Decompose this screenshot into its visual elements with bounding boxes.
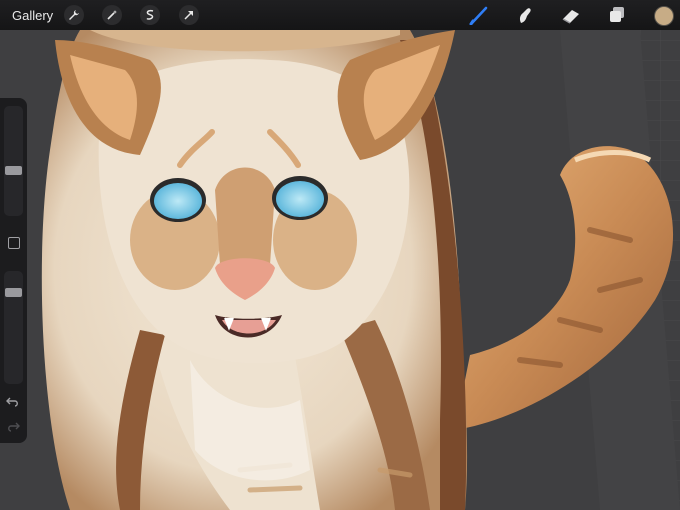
- opacity-thumb[interactable]: [5, 288, 22, 297]
- layers-icon[interactable]: [606, 5, 628, 25]
- brush-size-thumb[interactable]: [5, 166, 22, 175]
- gallery-button[interactable]: Gallery: [12, 8, 53, 23]
- magic-wand-icon[interactable]: [102, 5, 122, 25]
- opacity-slider[interactable]: [4, 271, 23, 384]
- drawing-canvas[interactable]: [0, 0, 680, 510]
- color-swatch-icon[interactable]: [654, 6, 674, 26]
- modify-button[interactable]: [8, 237, 20, 249]
- eraser-icon[interactable]: [560, 5, 582, 25]
- redo-icon[interactable]: [6, 419, 20, 433]
- brush-size-slider[interactable]: [4, 106, 23, 216]
- smudge-icon[interactable]: [514, 5, 536, 25]
- top-toolbar: Gallery: [0, 0, 680, 30]
- left-sidebar: [0, 98, 27, 443]
- undo-icon[interactable]: [6, 394, 20, 408]
- selection-s-icon[interactable]: [140, 5, 160, 25]
- wrench-icon[interactable]: [64, 5, 84, 25]
- brush-icon[interactable]: [468, 5, 490, 26]
- arrow-cursor-icon[interactable]: [179, 5, 199, 25]
